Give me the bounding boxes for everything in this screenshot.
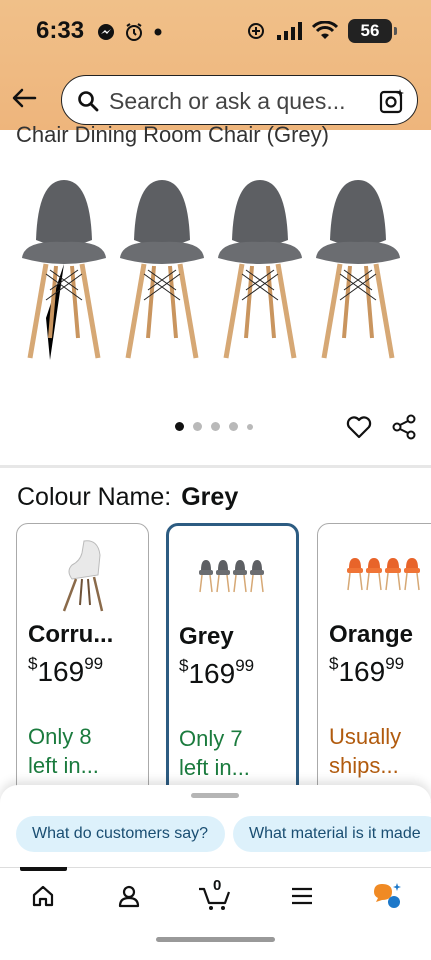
stock-line: Only 8: [28, 724, 92, 749]
signal-icon: [277, 22, 302, 40]
search-placeholder: Search or ask a ques...: [109, 88, 346, 114]
price-whole: 169: [188, 658, 236, 689]
nav-cart[interactable]: 0: [198, 877, 232, 911]
variation-stock: Only 7 left in...: [179, 724, 296, 782]
heart-icon[interactable]: [345, 413, 373, 441]
nav-home[interactable]: [28, 881, 58, 911]
stock-line: left in...: [179, 755, 250, 780]
status-bar: 6:33 56: [0, 0, 431, 64]
menu-icon: [292, 887, 312, 905]
variation-price: $16999: [28, 654, 103, 688]
grey-chairs-image: [198, 560, 264, 593]
pager-dot[interactable]: [193, 422, 202, 431]
search-icon: [78, 91, 99, 112]
share-icon[interactable]: [390, 413, 418, 441]
bottom-sheet: What do customers say? What material is …: [0, 785, 431, 960]
price-whole: 169: [37, 656, 85, 687]
search-input[interactable]: Search or ask a ques...: [61, 75, 418, 125]
variation-price: $16999: [329, 654, 404, 688]
pager-dot[interactable]: [211, 422, 220, 431]
nav-rufus[interactable]: [372, 881, 402, 911]
variation-name: Orange: [329, 621, 414, 648]
variation-price: $16999: [179, 656, 254, 690]
stock-line: Usually: [329, 724, 402, 749]
stock-line: Only 7: [179, 726, 243, 751]
variation-name: Corru...: [28, 621, 114, 648]
nav-account[interactable]: [114, 881, 144, 911]
home-icon: [32, 885, 54, 907]
variation-thumbnail: [169, 536, 296, 616]
product-title: Chair Dining Room Chair (Grey): [16, 122, 329, 147]
status-icons-left: [97, 22, 163, 42]
white-chair-image: [62, 540, 103, 612]
messenger-icon: [98, 24, 114, 40]
back-arrow-icon[interactable]: [10, 84, 38, 112]
colour-name-row: Colour Name: Grey: [17, 483, 238, 512]
variation-stock: Usually ships...: [329, 722, 431, 780]
chair-1: [22, 180, 106, 360]
cart-count: 0: [213, 877, 222, 894]
price-cents: 99: [385, 654, 405, 673]
top-header: 6:33 56 Search or ask a ques...: [0, 0, 431, 130]
variation-stock: Only 8 left in...: [28, 722, 148, 780]
price-cents: 99: [235, 656, 255, 675]
colour-label: Colour Name:: [17, 483, 172, 511]
variation-card-orange[interactable]: Orange $16999 Usually ships...: [317, 523, 431, 803]
variation-name: Grey: [179, 623, 234, 650]
pager-dot[interactable]: [175, 422, 184, 431]
rufus-icon: [374, 883, 401, 908]
variation-thumbnail: [318, 534, 431, 614]
battery-level: 56: [360, 21, 380, 40]
nav-menu[interactable]: [287, 881, 317, 911]
variation-thumbnail: [17, 534, 148, 614]
variation-card-grey[interactable]: Grey $16999 Only 7 left in...: [166, 523, 299, 803]
data-saver-icon: [248, 23, 264, 39]
camera-lens-icon[interactable]: [379, 88, 405, 114]
stock-line: ships...: [329, 753, 399, 778]
question-chip[interactable]: What do customers say?: [16, 816, 225, 852]
price-cents: 99: [84, 654, 104, 673]
stock-line: left in...: [28, 753, 99, 778]
alarm-icon: [126, 23, 142, 41]
status-time: 6:33: [36, 17, 85, 44]
pager-dot[interactable]: [247, 423, 253, 430]
orange-chairs-image: [347, 558, 420, 591]
chair-3: [218, 180, 302, 359]
dot-icon: [154, 28, 162, 36]
chair-4: [316, 180, 400, 359]
pager-dot[interactable]: [229, 422, 238, 431]
image-pager-dots[interactable]: [175, 422, 253, 431]
question-chip[interactable]: What material is it made: [233, 816, 431, 852]
sheet-drag-handle[interactable]: [191, 793, 239, 798]
section-divider: [0, 465, 431, 468]
account-icon: [118, 885, 140, 908]
chair-2: [120, 180, 204, 359]
active-tab-indicator: [20, 867, 67, 871]
status-icons-right: 56: [246, 19, 397, 43]
wifi-icon: [312, 21, 338, 39]
battery-icon: 56: [348, 19, 397, 43]
variation-card-corrugated[interactable]: Corru... $16999 Only 8 left in...: [16, 523, 149, 803]
price-whole: 169: [338, 656, 386, 687]
product-image[interactable]: [16, 170, 416, 370]
colour-selected-value: Grey: [181, 483, 239, 511]
system-home-bar[interactable]: [156, 937, 275, 942]
